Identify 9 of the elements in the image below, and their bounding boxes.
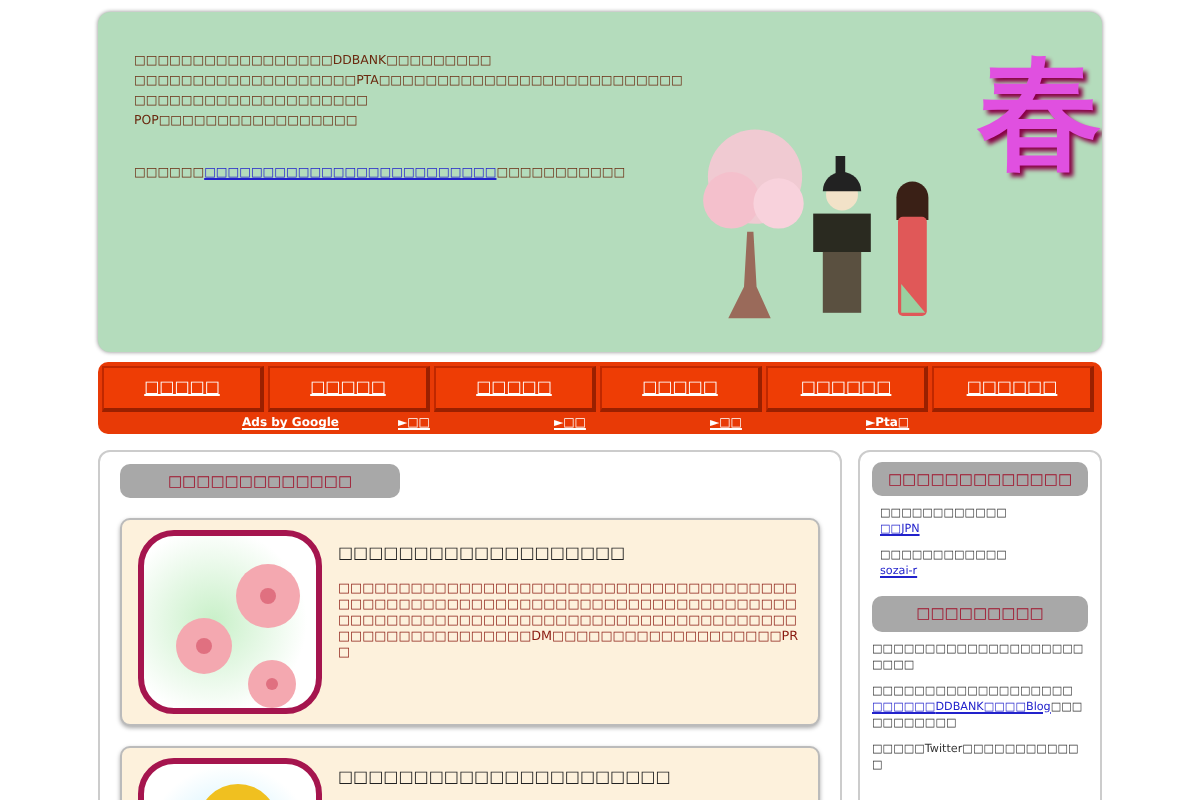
spring-kanji-logo: 春: [978, 52, 1102, 176]
article-title[interactable]: □□□□□□□□□□□□□□□□□□□: [338, 542, 802, 565]
nav-link[interactable]: □□□□□□: [766, 366, 928, 412]
nav-link[interactable]: □□□□□: [102, 366, 264, 412]
nav-link[interactable]: □□□□□□: [932, 366, 1094, 412]
nav-link[interactable]: □□□□□: [600, 366, 762, 412]
nav-link[interactable]: □□□□□: [268, 366, 430, 412]
article-title[interactable]: □□□□□□□□□□□□□□□□□□□□□□: [338, 766, 671, 789]
nav-link[interactable]: □□□□□: [434, 366, 596, 412]
